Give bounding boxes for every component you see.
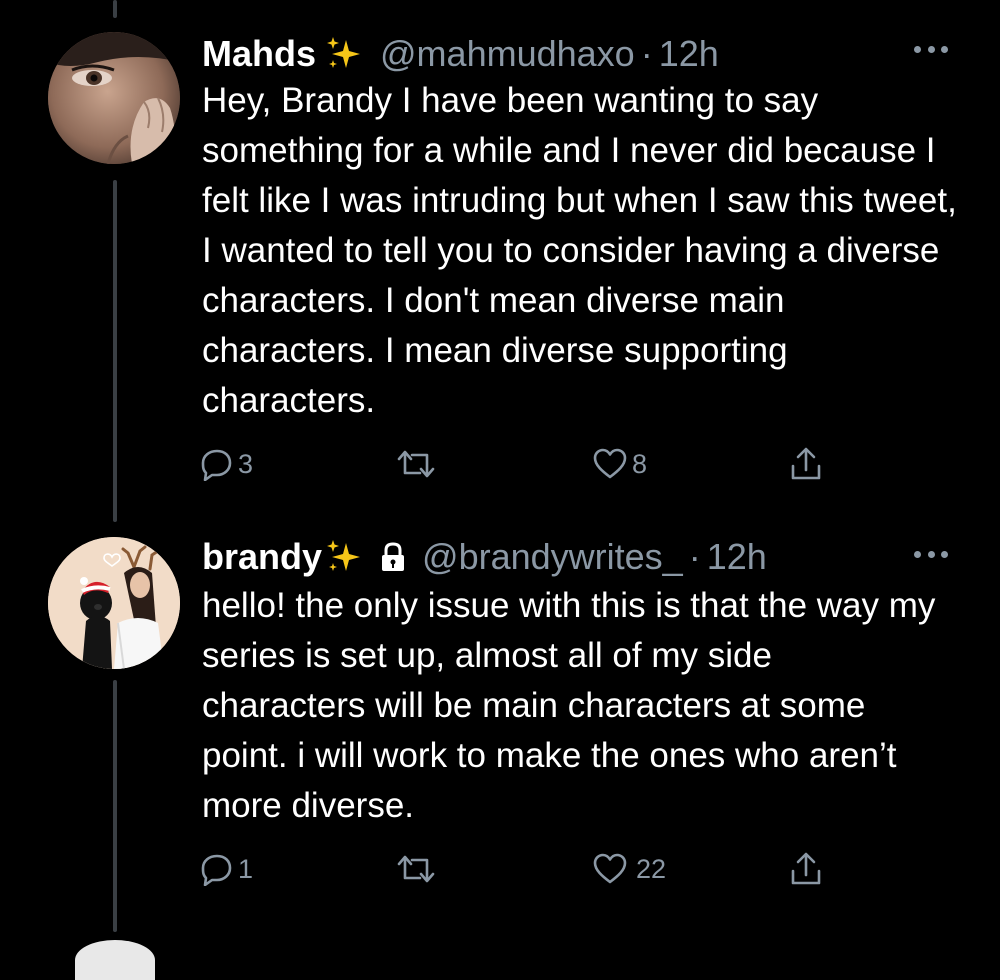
like-button[interactable]: 8 [592,442,647,486]
reply-icon [201,854,232,886]
share-icon [791,447,821,480]
tweet-text: Hey, Brandy I have been wanting to say s… [202,81,957,420]
tweet-header: brandy @brandywrites_ · 12h [202,533,767,581]
timestamp[interactable]: 12h [659,30,719,78]
tweet-actions: 3 8 [200,442,840,486]
tweet-mahds[interactable]: Mahds @mahmudhaxo · 12h Hey, Brandy I ha… [0,30,1000,490]
more-icon-dot [941,550,948,558]
retweet-icon [397,855,435,883]
reply-count: 3 [238,448,254,479]
heart-icon [593,853,627,884]
heart-icon [593,448,627,479]
retweet-button[interactable] [396,442,440,486]
reply-button[interactable]: 1 [200,847,253,891]
tweet-header: Mahds @mahmudhaxo · 12h [202,30,719,78]
sparkles-icon [327,540,361,571]
display-name[interactable]: Mahds [202,30,316,78]
more-icon-dot [914,550,921,558]
reply-count: 1 [238,853,254,884]
handle[interactable]: @brandywrites_ [422,533,683,581]
tweet-text: hello! the only issue with this is that … [202,586,936,825]
display-name[interactable]: brandy [202,533,322,581]
reply-icon [201,449,232,481]
lock-icon [382,542,405,571]
avatar-brandy[interactable] [48,537,180,669]
handle[interactable]: @mahmudhaxo [380,30,635,78]
tweet-actions: 1 22 [200,847,840,891]
timestamp[interactable]: 12h [707,533,767,581]
separator-dot: · [640,33,653,74]
more-button[interactable] [914,547,948,561]
like-button[interactable]: 22 [592,847,666,891]
more-icon-dot [914,45,921,53]
reply-button[interactable]: 3 [200,442,253,486]
avatar-mahds-image [48,32,180,164]
more-button[interactable] [914,42,948,56]
share-icon [791,852,821,885]
more-icon-dot [941,45,948,53]
next-avatar-partial[interactable] [75,940,155,980]
more-icon-dot [927,550,935,558]
retweet-button[interactable] [396,847,440,891]
retweet-icon [397,450,435,478]
avatar-mahds[interactable] [48,32,180,164]
share-button[interactable] [788,847,824,891]
share-button[interactable] [788,442,824,486]
separator-dot: · [688,536,701,577]
avatar-brandy-image [48,537,180,669]
sparkles-icon [327,37,361,68]
tweet-brandy[interactable]: brandy @brandywrites_ · 12h hello! the o… [0,533,1000,933]
like-count: 8 [632,448,648,479]
thread-line-top [113,0,117,18]
like-count: 22 [636,853,667,884]
more-icon-dot [927,45,935,53]
